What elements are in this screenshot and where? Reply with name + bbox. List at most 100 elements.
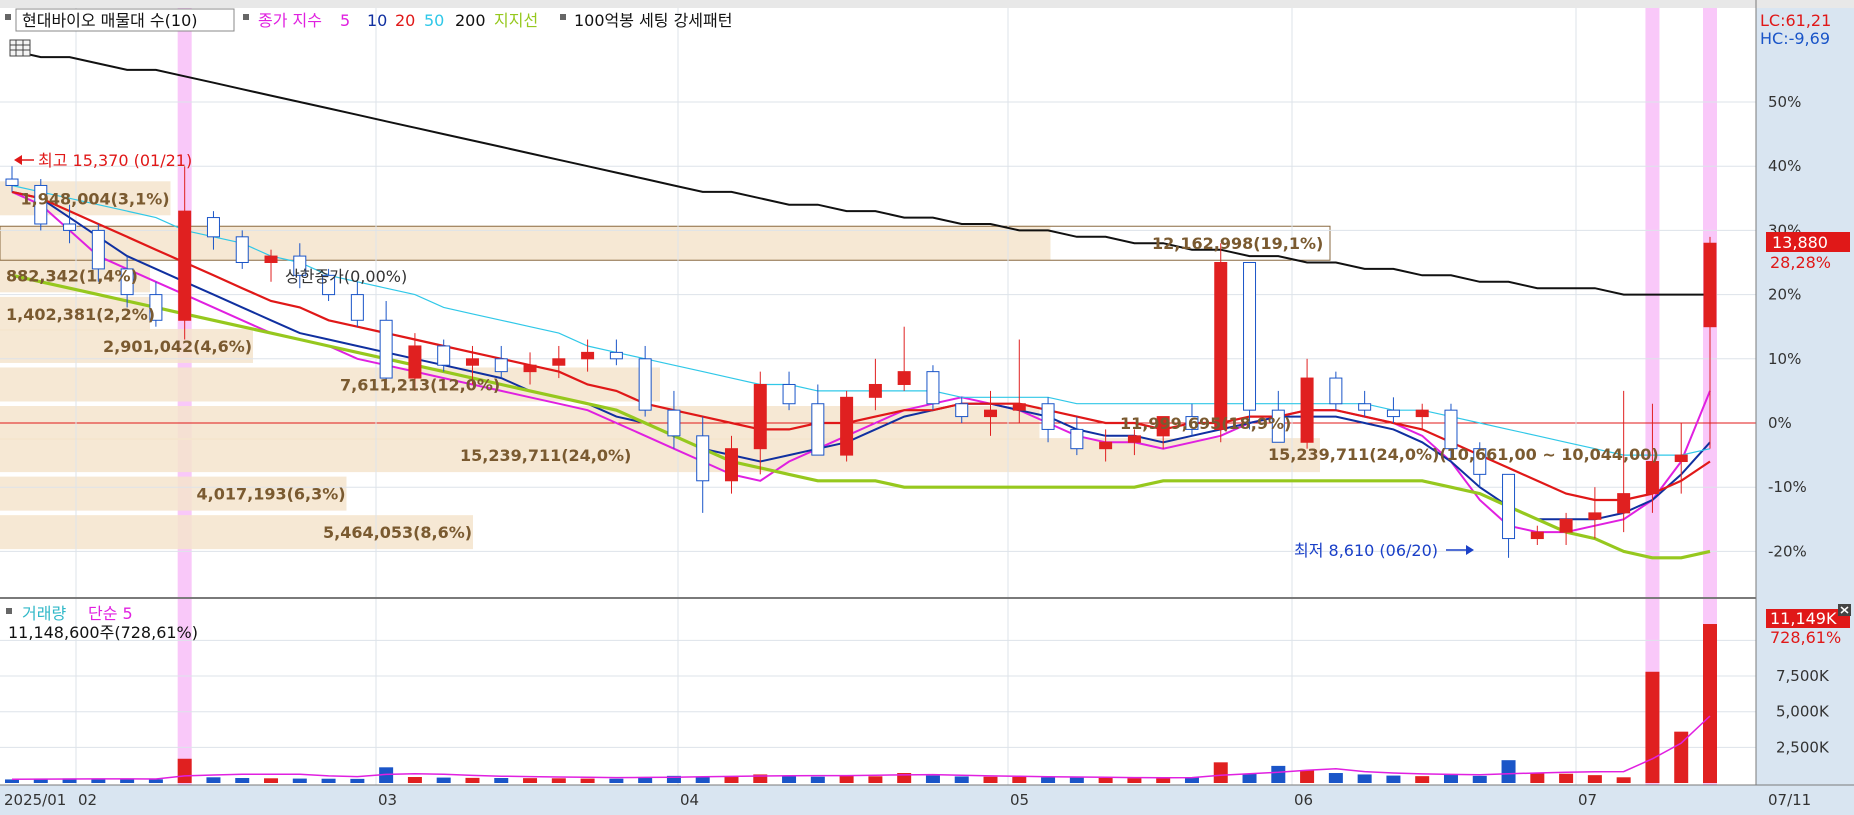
- candle-body[interactable]: [1588, 512, 1602, 520]
- candle-body[interactable]: [178, 210, 192, 321]
- volume-bar[interactable]: [1587, 775, 1602, 783]
- volume-bar[interactable]: [810, 776, 825, 783]
- candle-body[interactable]: [408, 345, 422, 379]
- candle-body[interactable]: [1559, 518, 1573, 533]
- candle-body[interactable]: [1444, 409, 1458, 450]
- candle-body[interactable]: [868, 383, 882, 398]
- candle-body[interactable]: [984, 409, 998, 418]
- candle-body[interactable]: [91, 229, 105, 270]
- volume-bar[interactable]: [1328, 773, 1343, 783]
- volume-bar[interactable]: [1098, 777, 1113, 783]
- volume-bar[interactable]: [868, 776, 883, 783]
- ma10-legend[interactable]: 10: [367, 11, 387, 30]
- candle-body[interactable]: [1502, 473, 1516, 540]
- ma50-legend[interactable]: 50: [424, 11, 444, 30]
- volume-bar[interactable]: [350, 778, 365, 783]
- volume-bar[interactable]: [1530, 773, 1545, 783]
- volume-bar[interactable]: [1300, 770, 1315, 783]
- candle-body[interactable]: [494, 358, 508, 373]
- candle-body[interactable]: [1099, 441, 1113, 450]
- candle-body[interactable]: [638, 358, 652, 411]
- candle-body[interactable]: [926, 371, 940, 405]
- candle-body[interactable]: [264, 255, 278, 263]
- candle-body[interactable]: [1070, 428, 1084, 450]
- volume-bar[interactable]: [465, 777, 480, 783]
- grid-table-icon[interactable]: [9, 39, 31, 57]
- ma200-legend[interactable]: 200: [455, 11, 486, 30]
- volume-bar[interactable]: [1703, 624, 1717, 783]
- candle-body[interactable]: [206, 217, 220, 238]
- ma5-legend[interactable]: 5: [340, 11, 350, 30]
- volume-bar[interactable]: [1357, 774, 1372, 783]
- volume-bar[interactable]: [954, 776, 969, 783]
- volume-bar[interactable]: [321, 778, 336, 783]
- volume-bar[interactable]: [695, 776, 710, 783]
- volume-bar[interactable]: [580, 778, 595, 783]
- support-legend[interactable]: 지지선: [494, 11, 538, 30]
- volume-bar[interactable]: [523, 778, 538, 783]
- candle-body[interactable]: [437, 345, 451, 366]
- volume-bar[interactable]: [925, 775, 940, 783]
- volume-bar[interactable]: [1213, 762, 1228, 783]
- ma-legend-label[interactable]: 종가 지수: [258, 11, 322, 30]
- candle-body[interactable]: [1617, 493, 1631, 514]
- candle-body[interactable]: [63, 223, 77, 231]
- close-panel-icon[interactable]: [1838, 604, 1851, 616]
- volume-bar[interactable]: [148, 779, 163, 783]
- volume-bar[interactable]: [1156, 778, 1171, 783]
- candle-body[interactable]: [753, 383, 767, 450]
- candle-body[interactable]: [1674, 454, 1688, 463]
- volume-bar[interactable]: [839, 775, 854, 783]
- volume-bar[interactable]: [494, 778, 509, 783]
- candle-body[interactable]: [1386, 409, 1400, 418]
- volume-bar[interactable]: [1501, 760, 1516, 783]
- candle-body[interactable]: [465, 358, 479, 366]
- candle-body[interactable]: [235, 236, 249, 264]
- candle-body[interactable]: [955, 403, 969, 418]
- volume-bar[interactable]: [1415, 776, 1430, 783]
- candle-body[interactable]: [811, 403, 825, 456]
- candle-body[interactable]: [1214, 262, 1228, 430]
- candle-body[interactable]: [1041, 403, 1055, 430]
- candle-body[interactable]: [350, 294, 364, 321]
- candle-body[interactable]: [782, 383, 796, 405]
- volume-bar[interactable]: [1012, 777, 1027, 783]
- volume-ma-label[interactable]: 단순 5: [88, 604, 133, 623]
- volume-bar[interactable]: [609, 778, 624, 783]
- volume-bar[interactable]: [1127, 778, 1142, 783]
- candle-body[interactable]: [1358, 403, 1372, 411]
- volume-bar[interactable]: [724, 777, 739, 783]
- volume-bar[interactable]: [1242, 773, 1257, 783]
- candle-body[interactable]: [696, 435, 710, 482]
- candle-body[interactable]: [897, 371, 911, 385]
- candle-body[interactable]: [1300, 377, 1314, 443]
- candle-body[interactable]: [840, 396, 854, 456]
- pattern-legend[interactable]: 100억봉 세팅 강세패턴: [574, 11, 732, 30]
- stock-name-label[interactable]: 현대바이오 매물대 수(10): [22, 11, 198, 30]
- volume-title[interactable]: 거래량: [22, 604, 66, 623]
- candle-body[interactable]: [1329, 377, 1343, 405]
- candle-body[interactable]: [1243, 262, 1257, 411]
- candle-body[interactable]: [724, 448, 738, 482]
- volume-bar[interactable]: [436, 777, 451, 783]
- volume-bar[interactable]: [1069, 777, 1084, 783]
- volume-bar[interactable]: [206, 777, 221, 783]
- volume-bar[interactable]: [407, 777, 422, 783]
- candle-body[interactable]: [552, 358, 566, 366]
- volume-bar[interactable]: [1386, 775, 1401, 783]
- volume-bar[interactable]: [1645, 671, 1660, 783]
- volume-bar[interactable]: [264, 778, 279, 783]
- candle-body[interactable]: [581, 351, 595, 360]
- volume-bar[interactable]: [1472, 775, 1487, 783]
- volume-bar[interactable]: [782, 776, 797, 783]
- volume-bar[interactable]: [235, 778, 250, 783]
- candle-body[interactable]: [1703, 242, 1717, 328]
- volume-bar[interactable]: [292, 778, 307, 783]
- candle-body[interactable]: [1012, 403, 1026, 411]
- volume-bar[interactable]: [1559, 773, 1574, 783]
- volume-bar[interactable]: [551, 778, 566, 783]
- ma20-legend[interactable]: 20: [395, 11, 415, 30]
- candle-body[interactable]: [1127, 435, 1141, 443]
- candle-body[interactable]: [1645, 461, 1659, 495]
- candle-body[interactable]: [5, 178, 19, 186]
